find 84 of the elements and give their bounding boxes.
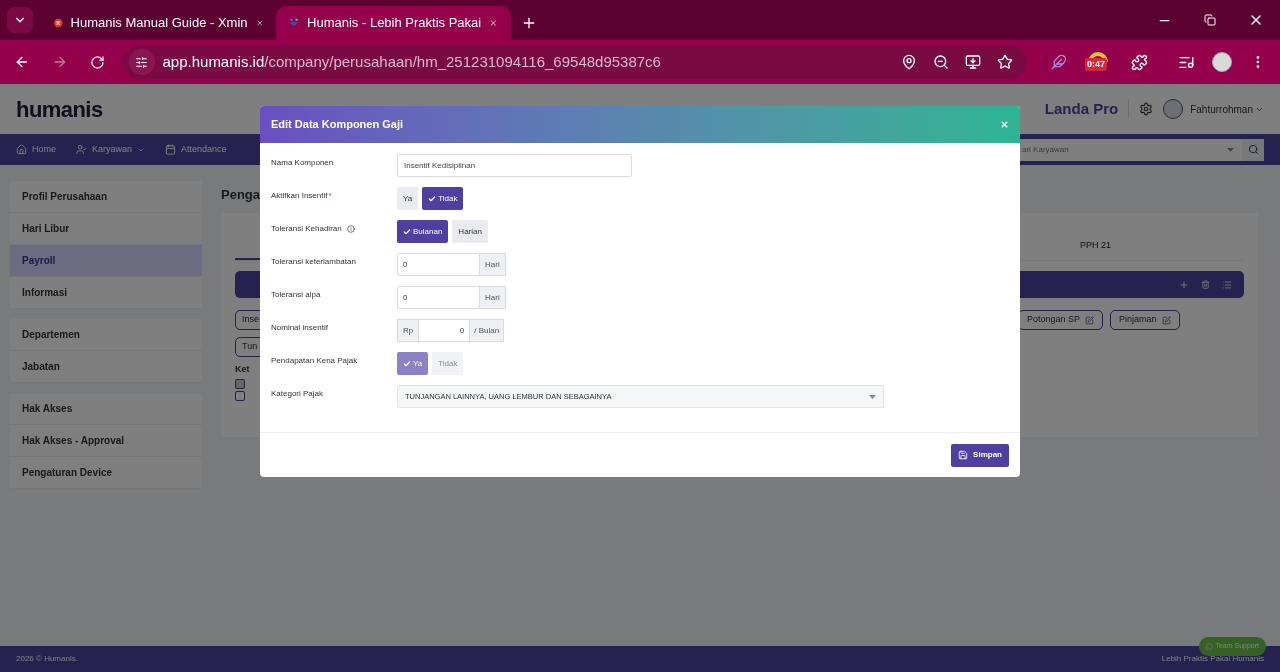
address-bar[interactable]: app.humanis.id/company/perusahaan/hm_251231094116_69548d95387c6 — [122, 45, 1028, 79]
field-label: Nama Komponen — [271, 157, 335, 169]
user-avatar[interactable] — [1163, 99, 1184, 119]
page-title: Penga — [221, 186, 260, 204]
number-input[interactable]: 0 — [397, 253, 480, 276]
reload-icon[interactable] — [89, 54, 105, 70]
new-tab-icon[interactable] — [521, 15, 537, 31]
profile-avatar[interactable] — [1212, 52, 1233, 72]
required-mark: * — [328, 190, 332, 202]
legend-swatch — [235, 390, 245, 401]
close-icon[interactable] — [1000, 120, 1009, 129]
field-label: Pendapatan Kena Pajak — [271, 355, 359, 367]
number-input[interactable]: 0 — [397, 286, 480, 309]
caret-icon — [869, 394, 876, 399]
location-icon[interactable] — [901, 54, 918, 70]
restore-icon[interactable] — [1204, 14, 1216, 26]
toggle-option[interactable]: Harian — [452, 220, 488, 243]
pph-tab[interactable]: PPH 21 — [1079, 238, 1111, 252]
unit-addon: Hari — [480, 286, 506, 309]
user-menu[interactable]: Fahturrohman — [1190, 101, 1264, 117]
currency-addon: Rp — [397, 319, 420, 342]
sidebar-item[interactable]: Hak Akses — [10, 393, 202, 425]
bookmark-icon[interactable] — [997, 54, 1014, 70]
legend-swatch — [235, 378, 245, 389]
timer-badge: 0:47 — [1084, 58, 1107, 71]
extension-icon[interactable] — [1087, 50, 1108, 62]
chat-icon — [1206, 643, 1214, 650]
period-addon: / Bulan — [470, 319, 505, 342]
tagline-text: Lebih Praktis Pakai Humanis — [1161, 653, 1264, 665]
check-icon — [403, 227, 411, 236]
edit-icon — [1161, 315, 1171, 325]
sidebar-item[interactable]: Informasi — [10, 277, 202, 309]
browser-tab[interactable]: Humanis Manual Guide - Xmin — [41, 6, 276, 40]
nav-item[interactable]: Attendance — [165, 142, 227, 157]
field-label: Toleransi Kehadiran — [271, 220, 397, 235]
tab-title: Humanis Manual Guide - Xmin — [70, 14, 248, 33]
component-chip[interactable]: Pinjaman — [1110, 310, 1180, 330]
nav-icon — [76, 144, 87, 155]
field-label: Kategori Pajak — [271, 388, 325, 400]
save-icon — [958, 450, 969, 460]
edit-icon — [1085, 315, 1095, 325]
delete-icon[interactable] — [1201, 280, 1210, 289]
field-label: Nominal insentif — [271, 322, 329, 334]
zoom-out-icon[interactable] — [933, 54, 950, 70]
field-label: Toleransi keterlambatan — [271, 256, 357, 268]
text-input[interactable]: Insentif Kedisiplinan — [397, 154, 632, 177]
search-icon — [1247, 144, 1259, 155]
extensions-icon[interactable] — [1130, 53, 1148, 71]
dialog-title: Edit Data Komponen Gaji — [271, 117, 403, 133]
feather-icon[interactable] — [1051, 54, 1067, 70]
sidebar-item[interactable]: Jabatan — [10, 351, 202, 383]
logo: humanis — [16, 95, 103, 124]
toggle-option[interactable]: Tidak — [422, 187, 464, 210]
check-icon — [403, 359, 411, 368]
copyright-text: 2026 © Humanis. — [16, 653, 78, 665]
nav-icon — [165, 144, 177, 155]
caret-icon — [1227, 147, 1234, 152]
nav-icon — [16, 144, 27, 155]
back-icon[interactable] — [14, 54, 30, 70]
save-button[interactable]: Simpan — [951, 443, 1009, 467]
sidebar-item[interactable]: Profil Perusahaan — [10, 181, 202, 213]
toggle-option[interactable]: Ya — [397, 187, 419, 210]
nav-item[interactable]: Home — [16, 142, 56, 157]
brand-name: Landa Pro — [1044, 98, 1119, 119]
site-info-icon[interactable] — [135, 55, 148, 69]
sidebar-item[interactable]: Hak Akses - Approval — [10, 425, 202, 457]
install-icon[interactable] — [965, 54, 982, 70]
legend-title: Ket — [235, 363, 250, 376]
browser-tab[interactable]: Humanis - Lebih Praktis Pakai — [276, 6, 511, 40]
unit-addon: Hari — [480, 253, 506, 276]
check-icon — [428, 194, 437, 203]
tab-title: Humanis - Lebih Praktis Pakai — [307, 14, 482, 33]
field-label: Toleransi alpa — [271, 289, 322, 301]
search-button[interactable] — [1242, 138, 1264, 161]
sidebar-item[interactable]: Pengaturan Device — [10, 457, 202, 489]
url-text: app.humanis.id/company/perusahaan/hm_251231094116_69548d95387c6 — [162, 51, 661, 72]
add-icon[interactable] — [1179, 279, 1189, 290]
sidebar-item[interactable]: Payroll — [10, 245, 202, 277]
field-label: Aktifkan Insentif* — [271, 189, 333, 202]
sidebar-item[interactable]: Departemen — [10, 319, 202, 351]
toggle-option[interactable]: Bulanan — [397, 220, 449, 243]
nav-item[interactable]: Karyawan — [76, 142, 146, 157]
settings-icon[interactable] — [1139, 102, 1154, 116]
tab-search-button[interactable] — [7, 7, 33, 33]
